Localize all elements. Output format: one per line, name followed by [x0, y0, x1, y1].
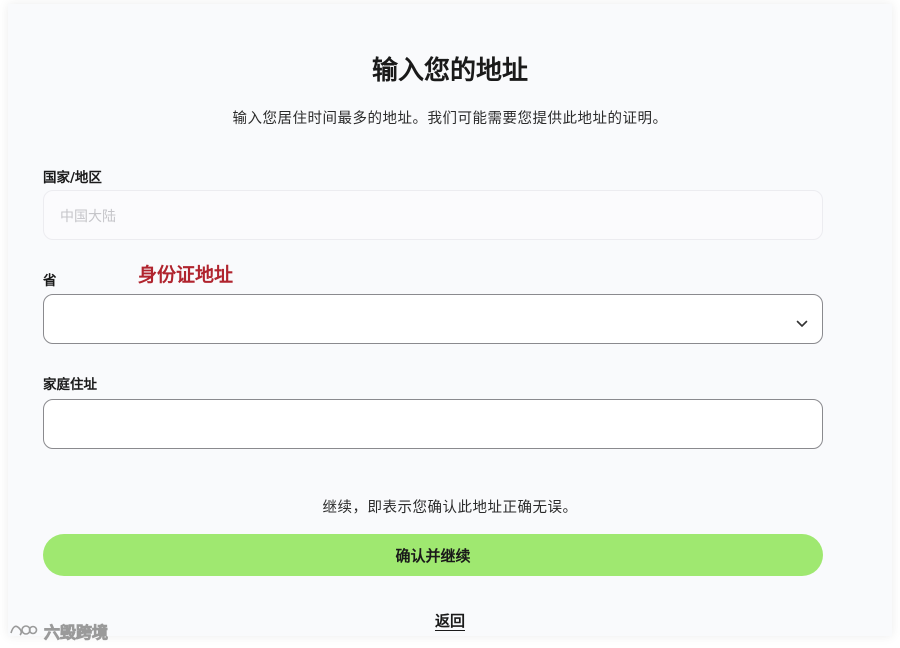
watermark-logo-icon	[8, 619, 38, 643]
watermark: 六毁跨境	[8, 620, 108, 642]
country-value: 中国大陆	[60, 209, 116, 225]
province-label: 省	[43, 273, 57, 289]
page-subtitle: 输入您居住时间最多的地址。我们可能需要您提供此地址的证明。	[232, 111, 668, 127]
page-title: 输入您的地址	[371, 56, 528, 86]
back-link[interactable]: 返回	[435, 612, 465, 630]
back-link-row: 返回	[8, 610, 892, 631]
country-label: 国家/地区	[43, 170, 102, 186]
confirm-note: 继续，即表示您确认此地址正确无误。	[322, 500, 578, 516]
confirm-continue-button[interactable]: 确认并继续	[43, 534, 823, 576]
watermark-text: 六毁跨境	[44, 623, 109, 643]
id-address-annotation: 身份证地址	[138, 264, 234, 286]
country-field[interactable]: 中国大陆	[43, 190, 823, 240]
province-select[interactable]	[43, 294, 823, 344]
chevron-down-icon	[796, 313, 808, 332]
address-form-card: 输入您的地址 输入您居住时间最多的地址。我们可能需要您提供此地址的证明。 国家/…	[8, 4, 892, 636]
home-address-input[interactable]	[43, 399, 823, 449]
home-address-label: 家庭住址	[43, 377, 97, 393]
